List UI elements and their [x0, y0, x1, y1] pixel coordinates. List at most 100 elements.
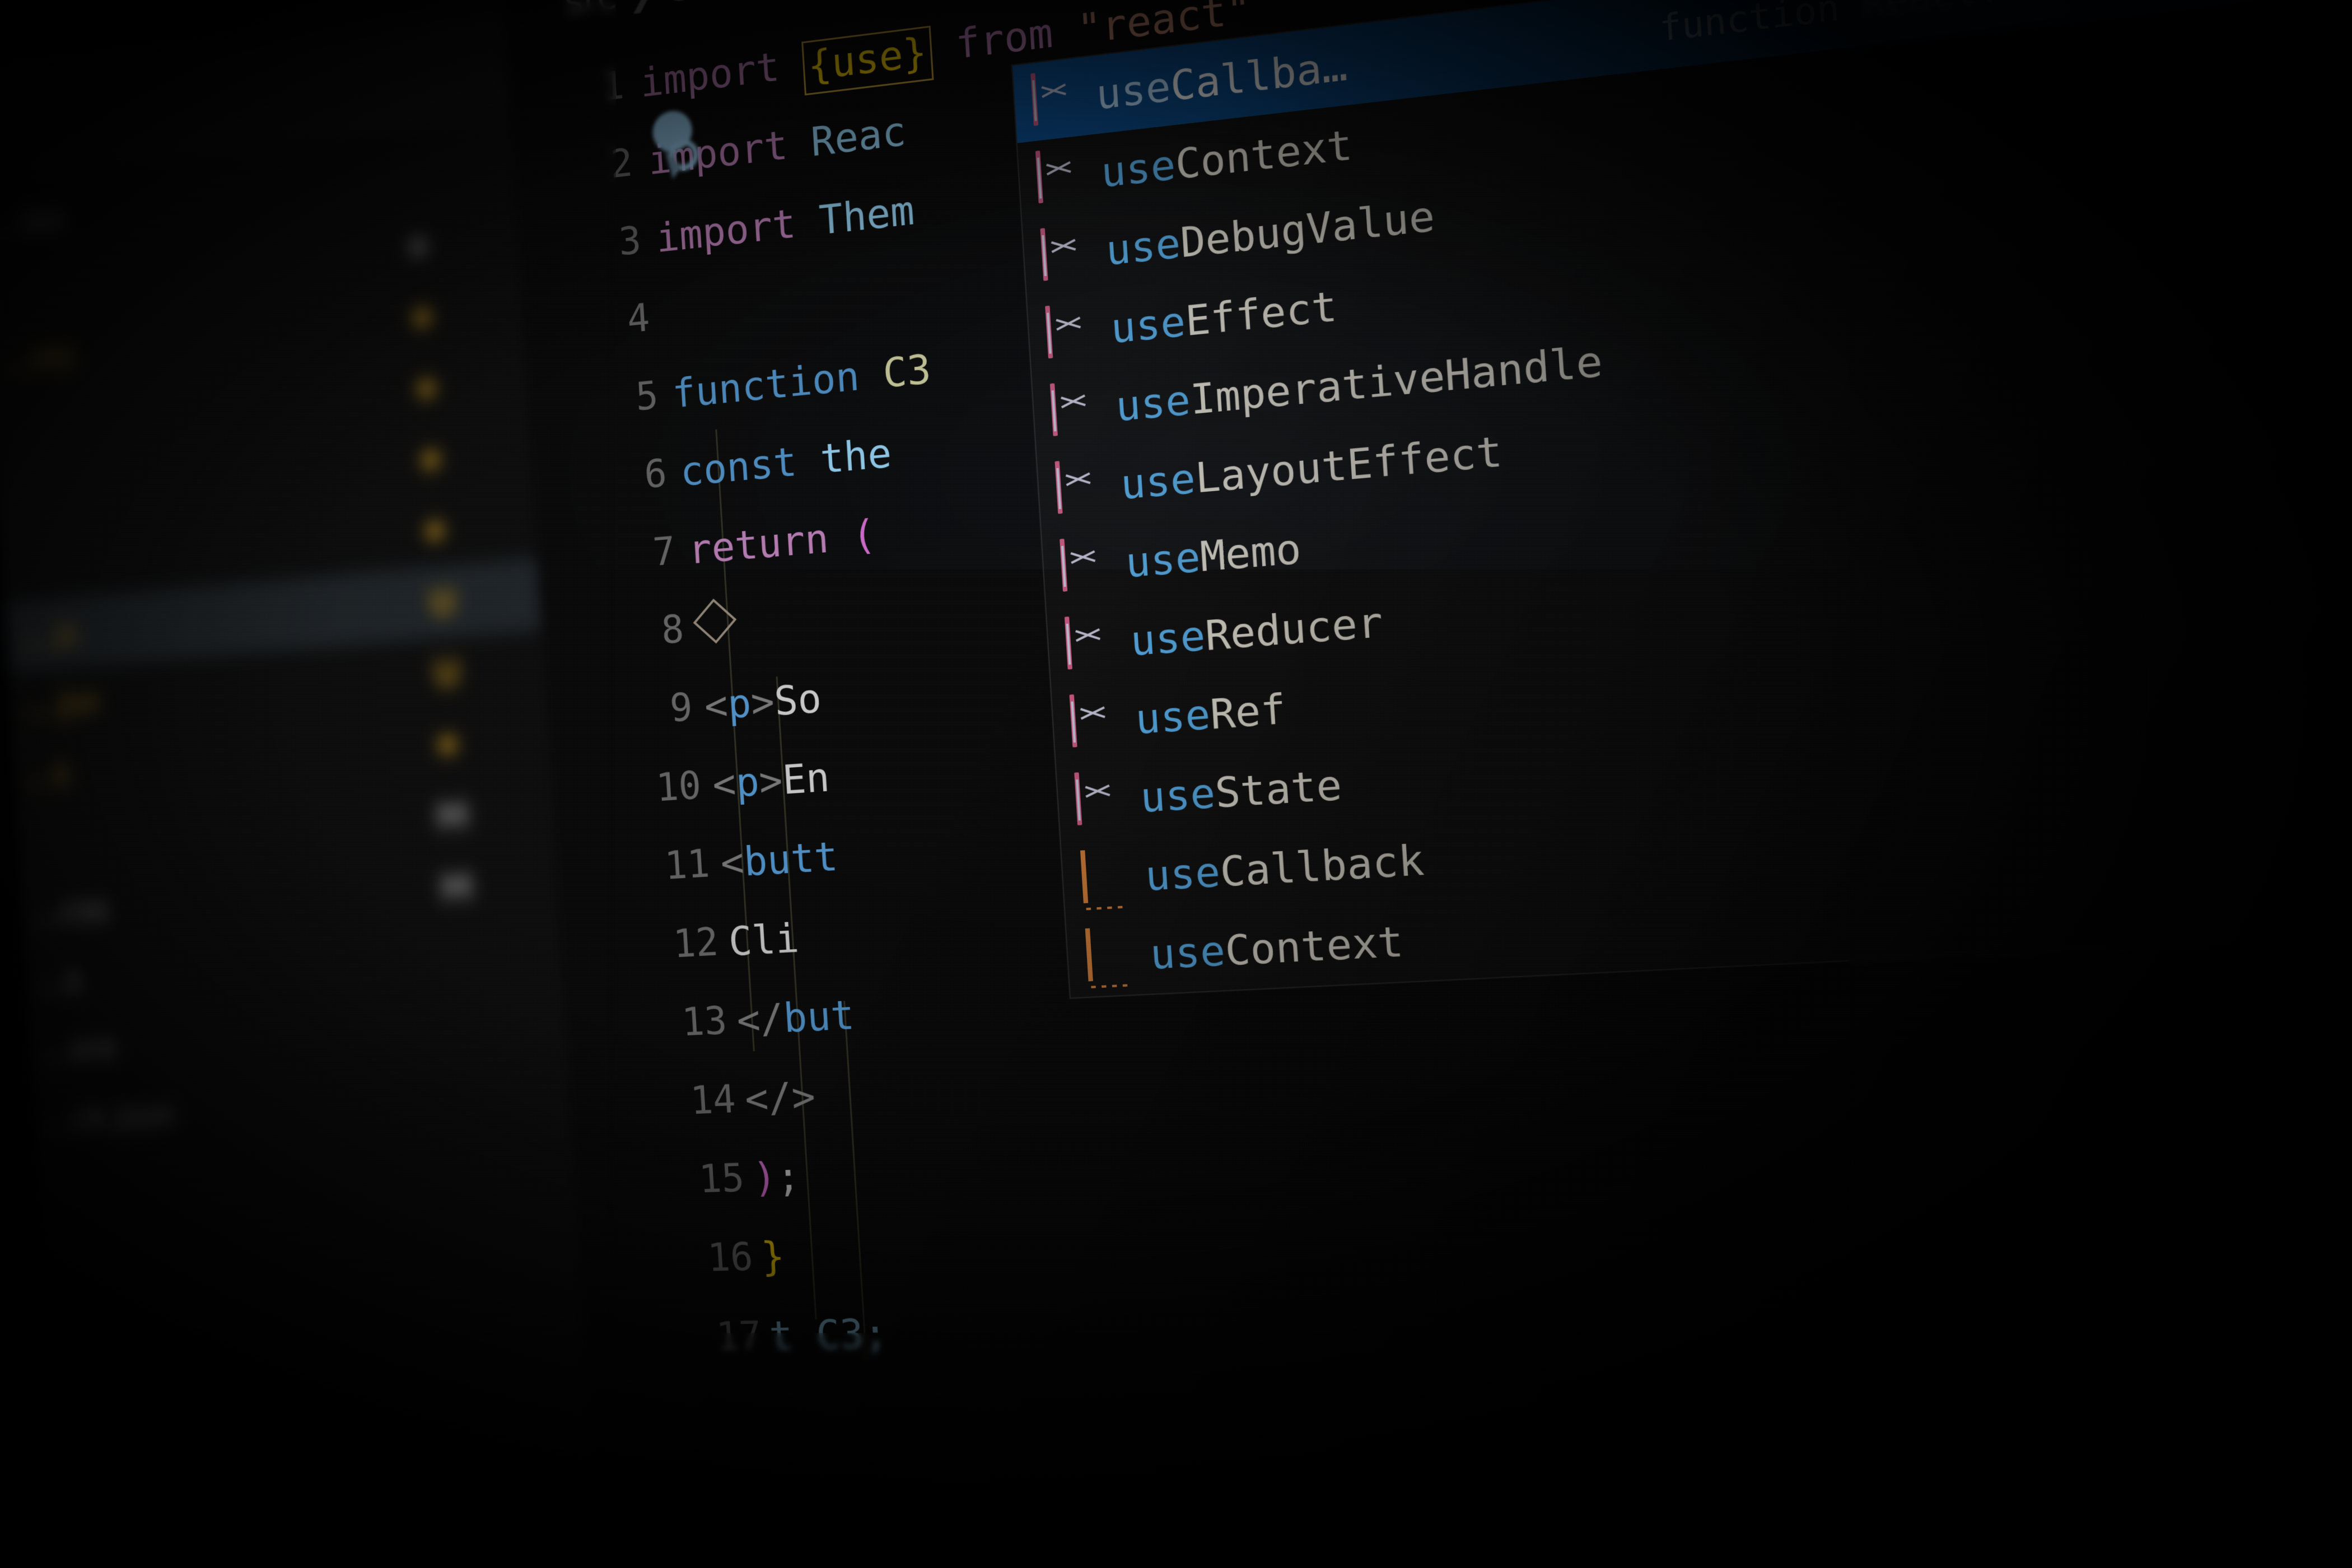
suggestion-label: use Reducer	[1129, 598, 1384, 665]
snippet-icon	[1080, 928, 1137, 985]
line-number: 8	[589, 590, 686, 675]
explorer-file-name: ….jsx	[12, 682, 100, 725]
code-line[interactable]: function C3	[670, 329, 933, 433]
cube-icon-glyph	[1035, 150, 1043, 203]
code-line[interactable]: <p>En	[710, 738, 832, 824]
folder-change-dot-icon	[417, 379, 436, 399]
code-token: p	[734, 758, 760, 806]
code-token: import	[655, 200, 797, 262]
suggestion-remainder: State	[1214, 760, 1343, 817]
suggestion-remainder: Memo	[1199, 524, 1303, 581]
cube-icon	[1060, 615, 1117, 673]
line-number: 15	[648, 1139, 746, 1221]
code-token	[778, 40, 804, 90]
code-line[interactable]: </>	[743, 1057, 818, 1139]
code-token: function	[671, 352, 861, 417]
explorer-file-name: …s	[16, 753, 70, 794]
cube-icon-glyph	[1040, 228, 1048, 281]
line-number: 13	[632, 982, 730, 1065]
code-line[interactable]: </but	[735, 975, 857, 1060]
jsx-fragment-diamond-icon	[693, 599, 737, 644]
cube-icon	[1035, 225, 1092, 284]
code-token: >	[750, 678, 776, 727]
line-number: 7	[581, 512, 678, 598]
cube-icon-glyph	[1030, 73, 1038, 126]
intellisense-suggest-widget[interactable]: useCallba…function React.useCallback<T e…	[1011, 0, 2352, 998]
explorer-file-name: …nts	[0, 336, 76, 381]
explorer-sidebar[interactable]: …les …nts ….js U ….jsx U …s M …css M …s …ore …ck.jso…	[0, 0, 606, 1568]
code-line[interactable]: );	[751, 1137, 802, 1217]
code-token: const	[679, 438, 798, 495]
code-line[interactable]: <p>So	[702, 659, 824, 746]
code-token: <	[711, 760, 738, 808]
code-token: but	[782, 991, 856, 1042]
suggestion-label: use Callba…	[1095, 41, 1349, 119]
git-status-badge: M	[439, 866, 474, 909]
suggestion-remainder: Effect	[1184, 282, 1338, 346]
code-line[interactable]: }	[759, 1217, 787, 1297]
line-number: 2	[539, 124, 635, 212]
breadcrumb-item-src[interactable]: src	[563, 0, 618, 24]
code-token	[858, 350, 885, 399]
code-token: </	[735, 995, 785, 1044]
explorer-file-list[interactable]: …les …nts ….js U ….jsx U …s M …css M …s …ore …ck.jso…	[0, 0, 502, 16]
code-line[interactable]: t C3;	[767, 1294, 890, 1376]
breadcrumb-item-components[interactable]: Components	[664, 0, 898, 11]
explorer-file-name: …css	[24, 890, 109, 931]
code-token: return	[687, 515, 830, 573]
cube-icon	[1040, 303, 1098, 362]
git-status-badge: U	[428, 581, 458, 624]
line-number: 11	[614, 825, 712, 909]
code-line[interactable]: <butt	[718, 816, 841, 903]
code-token: <	[703, 682, 729, 730]
editor-pane[interactable]: src ❯ Components ❯ C3 ❯ Index.js ❯ ... 1…	[502, 0, 2352, 1568]
code-line[interactable]	[694, 586, 740, 668]
mouse-cursor-icon	[645, 104, 715, 197]
cube-icon	[1055, 537, 1112, 595]
suggestion-label: use Ref	[1134, 684, 1287, 743]
line-number: 3	[547, 202, 643, 290]
code-token	[1051, 6, 1079, 57]
suggestion-label: use State	[1139, 760, 1343, 822]
code-token	[794, 197, 820, 246]
explorer-file-name: …s	[27, 961, 82, 1001]
explorer-file-name: …ck.json	[35, 1096, 176, 1138]
code-token: p	[726, 680, 753, 729]
suggestion-matched-prefix: use	[1144, 847, 1221, 900]
code-token: <	[719, 838, 745, 886]
explorer-file-name: …ore	[31, 1029, 118, 1070]
suggestion-matched-prefix: use	[1134, 690, 1212, 744]
code-token: (	[851, 511, 878, 560]
code-token: butt	[743, 833, 839, 885]
code-token	[827, 512, 853, 562]
cube-icon	[1026, 70, 1082, 130]
snippet-icon-glyph	[1085, 928, 1093, 981]
cube-icon	[1046, 381, 1103, 440]
code-token: En	[781, 754, 831, 804]
suggestion-label: use Context	[1149, 917, 1404, 978]
cube-icon	[1031, 147, 1088, 207]
code-token: Them	[818, 186, 916, 244]
suggestion-remainder: Callback	[1219, 836, 1426, 896]
cube-icon	[1065, 693, 1122, 751]
code-token: Reac	[810, 108, 908, 166]
suggestion-label: use Context	[1100, 120, 1354, 197]
suggestion-label: use Effect	[1109, 282, 1338, 353]
suggestion-matched-prefix: use	[1109, 297, 1187, 352]
git-status-badge: M	[435, 795, 470, 838]
line-number: 9	[598, 668, 695, 753]
suggestion-list[interactable]: useCallba…function React.useCallback<T e…	[1012, 0, 2352, 997]
suggestion-matched-prefix: use	[1104, 218, 1182, 274]
code-token	[930, 21, 957, 71]
cube-icon-glyph	[1065, 616, 1072, 669]
code-token: C3	[881, 345, 932, 397]
folder-change-dot-icon	[438, 735, 457, 755]
code-token: from	[954, 9, 1054, 68]
code-token: </>	[744, 1073, 817, 1123]
photographed-screen: …les …nts ….js U ….jsx U …s M …css M …s …ore …ck.jso…	[0, 0, 2352, 1568]
code-line[interactable]: Cli	[726, 898, 801, 981]
suggestion-matched-prefix: use	[1095, 62, 1172, 119]
explorer-file-name: ….js	[8, 614, 80, 656]
code-line[interactable]: return (	[686, 494, 878, 590]
suggestion-remainder: LayoutEffect	[1194, 426, 1504, 502]
